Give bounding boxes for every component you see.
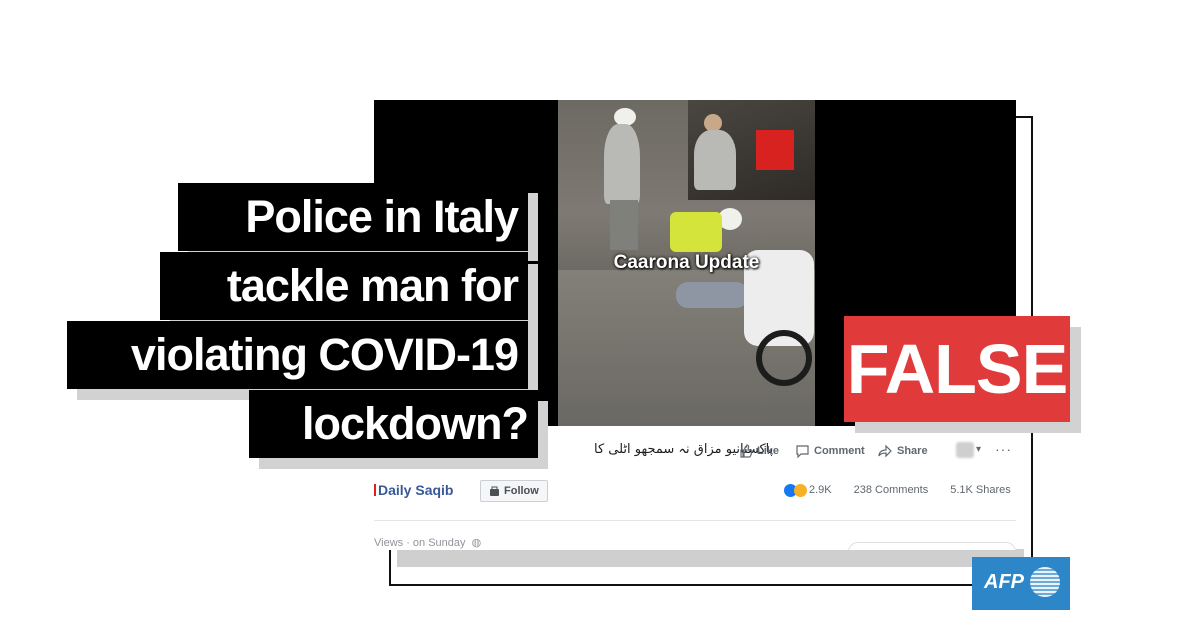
headline-line-1: Police in Italy xyxy=(178,183,528,251)
share-button[interactable]: Share xyxy=(878,444,928,458)
follow-button[interactable]: Follow xyxy=(480,480,548,502)
video-caption: Caarona Update xyxy=(613,252,760,273)
thumbs-up-icon xyxy=(740,444,753,458)
verdict-badge: FALSE xyxy=(844,316,1070,422)
headline-line-2: tackle man for xyxy=(160,252,528,320)
reactions-count[interactable]: 2.9K xyxy=(809,484,832,497)
comment-input[interactable] xyxy=(848,542,1016,550)
follow-icon xyxy=(490,486,499,496)
profile-avatar[interactable] xyxy=(956,442,974,458)
man-on-ground xyxy=(676,282,748,308)
sad-reaction-icon xyxy=(794,484,807,497)
video-frame: Caarona Update xyxy=(558,100,815,426)
headline-line-4: lockdown? xyxy=(249,390,538,458)
follow-label: Follow xyxy=(504,485,539,497)
officer-vest xyxy=(670,212,722,252)
motorbike-wheel xyxy=(756,330,812,386)
share-label: Share xyxy=(897,445,928,457)
afp-logo: AFP xyxy=(972,557,1070,610)
officer-figure xyxy=(694,130,736,190)
comment-label: Comment xyxy=(814,445,865,457)
views-timestamp: Views · on Sunday ◍ xyxy=(374,536,481,549)
screenshot-scrollbar xyxy=(397,549,1024,567)
reaction-icons[interactable] xyxy=(784,484,807,497)
more-options-icon[interactable]: ··· xyxy=(995,441,1012,457)
globe-icon: ◍ xyxy=(471,537,482,549)
afp-logo-text: AFP xyxy=(984,571,1024,593)
channel-watermark-logo xyxy=(756,130,794,170)
like-button[interactable]: Like xyxy=(739,444,779,458)
shares-count[interactable]: 5.1K Shares xyxy=(950,484,1011,497)
post-stats: 2.9K 238 Comments 5.1K Shares xyxy=(784,484,1011,497)
views-text: Views · on Sunday xyxy=(374,537,466,549)
comment-bubble-icon xyxy=(796,445,809,458)
page-name-link[interactable]: Daily Saqib xyxy=(374,482,453,498)
officer-legs xyxy=(610,200,638,250)
chevron-down-icon[interactable]: ▾ xyxy=(976,444,981,455)
divider xyxy=(374,520,1016,521)
headline-line-3: violating COVID-19 xyxy=(67,321,528,389)
globe-icon xyxy=(1030,567,1060,597)
share-arrow-icon xyxy=(878,444,892,458)
comments-count[interactable]: 238 Comments xyxy=(854,484,929,497)
like-label: Like xyxy=(757,445,780,457)
comment-button[interactable]: Comment xyxy=(795,444,865,458)
officer-figure xyxy=(604,124,640,204)
